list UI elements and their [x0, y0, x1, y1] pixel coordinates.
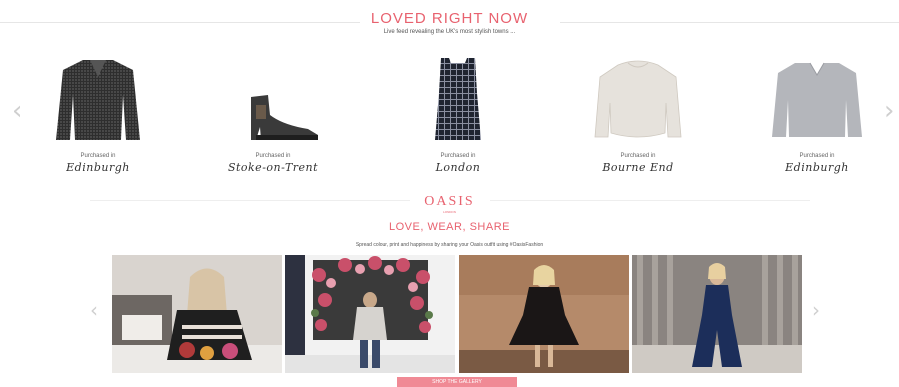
love-wear-share-subtitle: Spread colour, print and happiness by sh…: [355, 242, 544, 248]
customer-photo-sofa[interactable]: [112, 255, 282, 373]
purchase-city: London: [435, 161, 481, 174]
product-card[interactable]: Purchased in Edinburgh: [752, 55, 882, 174]
customer-photo-flowers[interactable]: [285, 255, 456, 373]
chevron-left-icon[interactable]: ‹: [12, 98, 22, 124]
cream-jumper-image[interactable]: [573, 55, 703, 145]
purchased-label: Purchased in: [255, 153, 291, 159]
check-dress-image[interactable]: [393, 55, 523, 145]
purchase-city: Edinburgh: [785, 161, 849, 174]
cardigan-image[interactable]: [33, 55, 163, 145]
purchased-label: Purchased in: [440, 153, 476, 159]
ankle-boot-image[interactable]: [208, 55, 338, 145]
purchase-city: Edinburgh: [66, 161, 130, 174]
love-wear-share-title: LOVE, WEAR, SHARE: [389, 221, 510, 233]
purchase-city: Bourne End: [602, 161, 674, 174]
purchased-label: Purchased in: [80, 153, 116, 159]
product-card[interactable]: Purchased in Bourne End: [573, 55, 703, 174]
customer-photo-black-dress[interactable]: [458, 255, 629, 373]
chevron-left-icon[interactable]: ‹: [90, 300, 98, 320]
grey-jumper-image[interactable]: [752, 55, 882, 145]
purchase-city: Stoke-on-Trent: [227, 161, 319, 174]
customer-photo-navy-jumpsuit[interactable]: [631, 255, 802, 373]
purchased-label: Purchased in: [799, 153, 835, 159]
shop-gallery-button[interactable]: SHOP THE GALLERY: [397, 377, 517, 387]
loved-right-now-title: LOVED RIGHT NOW: [370, 10, 529, 27]
product-card[interactable]: Purchased in Stoke-on-Trent: [208, 55, 338, 174]
product-card[interactable]: Purchased in Edinburgh: [33, 55, 163, 174]
oasis-logo: OASIS LONDON: [0, 194, 899, 214]
customer-gallery: [112, 255, 802, 373]
chevron-right-icon[interactable]: ›: [812, 300, 820, 320]
brand-tagline: LONDON: [443, 210, 456, 214]
purchased-label: Purchased in: [620, 153, 656, 159]
product-card[interactable]: Purchased in London: [393, 55, 523, 174]
brand-name: OASIS: [424, 194, 475, 209]
chevron-right-icon[interactable]: ›: [884, 98, 894, 124]
loved-right-now-subtitle: Live feed revealing the UK's most stylis…: [383, 29, 516, 35]
